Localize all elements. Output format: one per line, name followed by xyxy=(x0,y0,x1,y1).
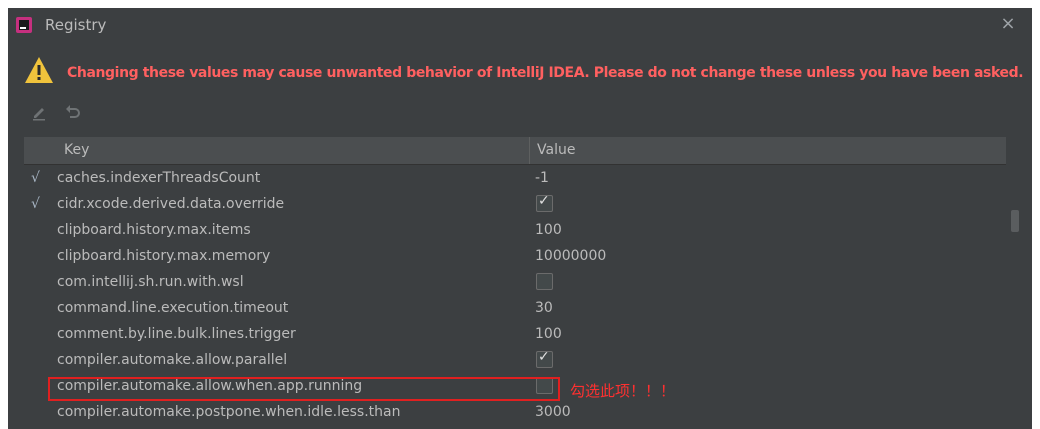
registry-dialog: Registry × Changing these values may cau… xyxy=(8,8,1032,429)
revert-icon[interactable] xyxy=(64,103,82,121)
table-row[interactable]: compiler.automake.postpone.when.idle.les… xyxy=(24,399,1006,425)
dialog-title: Registry xyxy=(45,16,107,34)
registry-key: cidr.xcode.derived.data.override xyxy=(57,196,285,212)
registry-key: compiler.automake.postpone.when.idle.les… xyxy=(57,404,401,420)
registry-value[interactable]: 10000000 xyxy=(535,243,606,269)
registry-key: com.intellij.sh.run.with.wsl xyxy=(57,274,244,290)
table-row[interactable]: √ caches.indexerThreadsCount -1 xyxy=(24,165,1006,191)
title-bar: Registry × xyxy=(8,8,1032,44)
intellij-app-icon xyxy=(16,17,32,33)
table-row[interactable]: command.line.execution.timeout 30 xyxy=(24,295,1006,321)
column-header-value[interactable]: Value xyxy=(537,137,575,164)
value-checkbox[interactable] xyxy=(536,349,553,368)
column-header-key[interactable]: Key xyxy=(64,137,89,164)
modified-mark: √ xyxy=(31,170,40,186)
registry-key: clipboard.history.max.memory xyxy=(57,248,271,264)
modified-mark: √ xyxy=(31,196,40,212)
scrollbar-thumb[interactable] xyxy=(1011,210,1019,232)
close-button[interactable]: × xyxy=(995,11,1021,37)
registry-value[interactable]: 3000 xyxy=(535,399,571,425)
table-row[interactable]: clipboard.history.max.items 100 xyxy=(24,217,1006,243)
table-row[interactable]: clipboard.history.max.memory 10000000 xyxy=(24,243,1006,269)
table-row[interactable]: com.intellij.sh.run.with.wsl xyxy=(24,269,1006,295)
table-row[interactable]: compiler.automake.allow.parallel xyxy=(24,347,1006,373)
registry-key: compiler.automake.allow.parallel xyxy=(57,352,288,368)
highlight-box xyxy=(48,377,560,401)
annotation-text: 勾选此项！！！ xyxy=(570,382,676,400)
edit-icon[interactable] xyxy=(30,103,48,121)
registry-key: command.line.execution.timeout xyxy=(57,300,289,316)
column-divider[interactable] xyxy=(529,137,530,164)
vertical-scrollbar[interactable] xyxy=(1008,137,1022,429)
value-checkbox[interactable] xyxy=(536,193,553,212)
warning-message: Changing these values may cause unwanted… xyxy=(67,65,1024,81)
registry-value[interactable]: 30 xyxy=(535,295,553,321)
registry-value[interactable]: -1 xyxy=(535,165,549,191)
table-row[interactable]: √ cidr.xcode.derived.data.override xyxy=(24,191,1006,217)
registry-value[interactable]: 100 xyxy=(535,321,562,347)
registry-key: caches.indexerThreadsCount xyxy=(57,170,261,186)
value-checkbox[interactable] xyxy=(536,273,553,290)
registry-key: clipboard.history.max.items xyxy=(57,222,251,238)
registry-value[interactable]: 100 xyxy=(535,217,562,243)
registry-key: comment.by.line.bulk.lines.trigger xyxy=(57,326,296,342)
table-header: Key Value xyxy=(24,137,1006,165)
warning-triangle-icon xyxy=(25,57,53,83)
table-row[interactable]: comment.by.line.bulk.lines.trigger 100 xyxy=(24,321,1006,347)
